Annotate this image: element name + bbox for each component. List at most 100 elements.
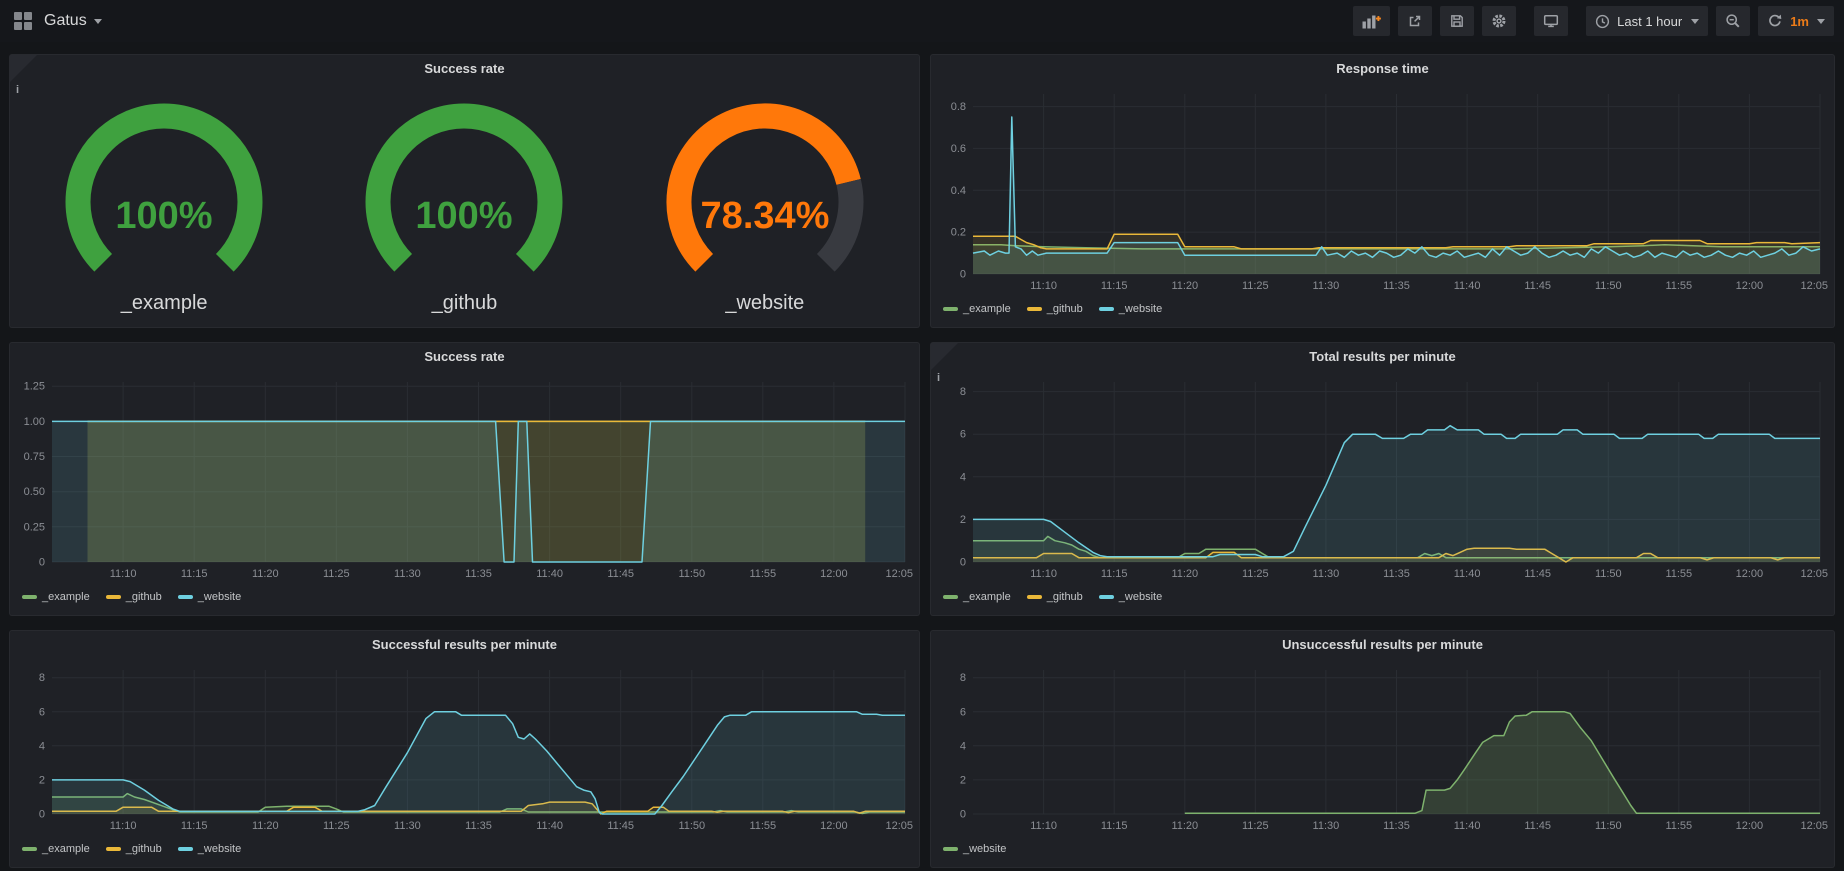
svg-text:12:00: 12:00 (1736, 820, 1764, 832)
svg-text:11:35: 11:35 (465, 568, 492, 580)
svg-text:11:20: 11:20 (252, 568, 279, 580)
svg-text:11:45: 11:45 (1524, 280, 1551, 292)
svg-text:11:40: 11:40 (1454, 568, 1481, 580)
svg-text:11:45: 11:45 (1524, 820, 1551, 832)
panel-success-rate-gauges: i Success rate 100%_example100%_github78… (9, 54, 920, 328)
legend-item-_github[interactable]: _github (106, 591, 162, 603)
time-range-button[interactable]: Last 1 hour (1586, 6, 1708, 36)
total-results-chart[interactable]: 0246811:1011:1511:2011:2511:3011:3511:40… (931, 370, 1834, 584)
success-rate-chart[interactable]: 00.250.500.751.001.2511:1011:1511:2011:2… (10, 370, 919, 584)
settings-button[interactable] (1482, 6, 1516, 36)
legend-item-_example[interactable]: _example (943, 303, 1011, 315)
legend-label: _website (198, 843, 241, 855)
panel-title[interactable]: Total results per minute (931, 343, 1834, 370)
legend-item-_website[interactable]: _website (943, 843, 1006, 855)
legend-color-dash (1027, 307, 1042, 311)
legend-item-_github[interactable]: _github (1027, 591, 1083, 603)
info-icon: i (937, 372, 940, 384)
svg-text:11:55: 11:55 (749, 820, 776, 832)
dashboard-grid-icon[interactable] (14, 12, 32, 30)
legend-item-_github[interactable]: _github (106, 843, 162, 855)
legend-label: _github (1047, 303, 1083, 315)
svg-text:11:30: 11:30 (394, 820, 421, 832)
panel-response-time: Response time 00.20.40.60.811:1011:1511:… (930, 54, 1835, 328)
svg-text:11:55: 11:55 (1665, 568, 1692, 580)
panel-title[interactable]: Response time (931, 55, 1834, 82)
svg-text:1.25: 1.25 (24, 381, 45, 393)
chevron-down-icon (1691, 19, 1699, 24)
legend-label: _example (42, 591, 90, 603)
legend-color-dash (1027, 595, 1042, 599)
legend-item-_website[interactable]: _website (1099, 591, 1162, 603)
legend-item-_example[interactable]: _example (22, 591, 90, 603)
svg-text:11:35: 11:35 (1383, 280, 1410, 292)
save-button[interactable] (1440, 6, 1474, 36)
dashboard-title[interactable]: Gatus (44, 12, 87, 30)
panel-title[interactable]: Unsuccessful results per minute (931, 631, 1834, 658)
zoom-out-button[interactable] (1716, 6, 1750, 36)
svg-text:12:00: 12:00 (1736, 568, 1764, 580)
legend-color-dash (943, 307, 958, 311)
panel-title[interactable]: Success rate (10, 343, 919, 370)
gauge-_github: 100%_github (314, 94, 614, 323)
legend-item-_website[interactable]: _website (178, 843, 241, 855)
successful-results-chart[interactable]: 0246811:1011:1511:2011:2511:3011:3511:40… (10, 658, 919, 836)
gauge-value: 100% (416, 195, 513, 237)
gauge-value: 100% (116, 195, 213, 237)
svg-text:11:10: 11:10 (1030, 280, 1057, 292)
svg-text:11:25: 11:25 (1242, 820, 1269, 832)
svg-text:11:35: 11:35 (1383, 568, 1410, 580)
svg-text:11:20: 11:20 (1171, 568, 1198, 580)
svg-text:11:15: 11:15 (181, 568, 208, 580)
svg-text:11:15: 11:15 (1101, 280, 1128, 292)
legend-item-_github[interactable]: _github (1027, 303, 1083, 315)
response-time-chart[interactable]: 00.20.40.60.811:1011:1511:2011:2511:3011… (931, 82, 1834, 296)
svg-text:0.25: 0.25 (24, 521, 45, 533)
svg-text:6: 6 (39, 706, 45, 718)
chevron-down-icon (1817, 19, 1825, 24)
chevron-down-icon[interactable] (94, 19, 102, 24)
refresh-button[interactable]: 1m (1758, 6, 1834, 36)
legend-item-_website[interactable]: _website (178, 591, 241, 603)
zoom-out-icon (1725, 13, 1741, 29)
svg-text:1.00: 1.00 (24, 416, 45, 428)
legend-color-dash (1099, 307, 1114, 311)
chart-legend: _website (931, 836, 1834, 867)
unsuccessful-results-chart[interactable]: 0246811:1011:1511:2011:2511:3011:3511:40… (931, 658, 1834, 836)
legend-color-dash (943, 595, 958, 599)
svg-text:11:25: 11:25 (1242, 568, 1269, 580)
svg-text:11:50: 11:50 (1595, 568, 1622, 580)
gauge-label: _website (725, 292, 804, 323)
chart-legend: _example _github _website (10, 836, 919, 867)
svg-text:12:05: 12:05 (1800, 820, 1828, 832)
add-panel-button[interactable] (1353, 6, 1390, 36)
panel-title[interactable]: Success rate (10, 55, 919, 82)
panel-info-corner[interactable]: i (10, 55, 37, 82)
legend-item-_example[interactable]: _example (22, 843, 90, 855)
svg-text:2: 2 (960, 514, 966, 526)
refresh-interval-label: 1m (1790, 14, 1809, 29)
legend-item-_website[interactable]: _website (1099, 303, 1162, 315)
navbar: Gatus (0, 0, 1844, 42)
legend-item-_example[interactable]: _example (943, 591, 1011, 603)
legend-label: _website (1119, 591, 1162, 603)
svg-text:8: 8 (960, 386, 966, 398)
svg-text:0.2: 0.2 (951, 227, 966, 239)
chart-svg: 0246811:1011:1511:2011:2511:3011:3511:40… (931, 658, 1834, 836)
gauge-_website: 78.34%_website (615, 94, 915, 323)
panel-info-corner[interactable]: i (931, 343, 958, 370)
svg-text:11:45: 11:45 (1524, 568, 1551, 580)
svg-text:2: 2 (960, 774, 966, 786)
svg-text:11:10: 11:10 (1030, 820, 1057, 832)
gear-icon (1491, 13, 1507, 29)
legend-label: _example (963, 303, 1011, 315)
cycle-view-button[interactable] (1534, 6, 1568, 36)
share-button[interactable] (1398, 6, 1432, 36)
svg-text:2: 2 (39, 774, 45, 786)
svg-text:8: 8 (39, 672, 45, 684)
svg-text:11:45: 11:45 (607, 820, 634, 832)
share-icon (1407, 13, 1423, 29)
panel-title[interactable]: Successful results per minute (10, 631, 919, 658)
svg-text:12:00: 12:00 (1736, 280, 1764, 292)
dashboard-grid: i Success rate 100%_example100%_github78… (0, 42, 1844, 871)
